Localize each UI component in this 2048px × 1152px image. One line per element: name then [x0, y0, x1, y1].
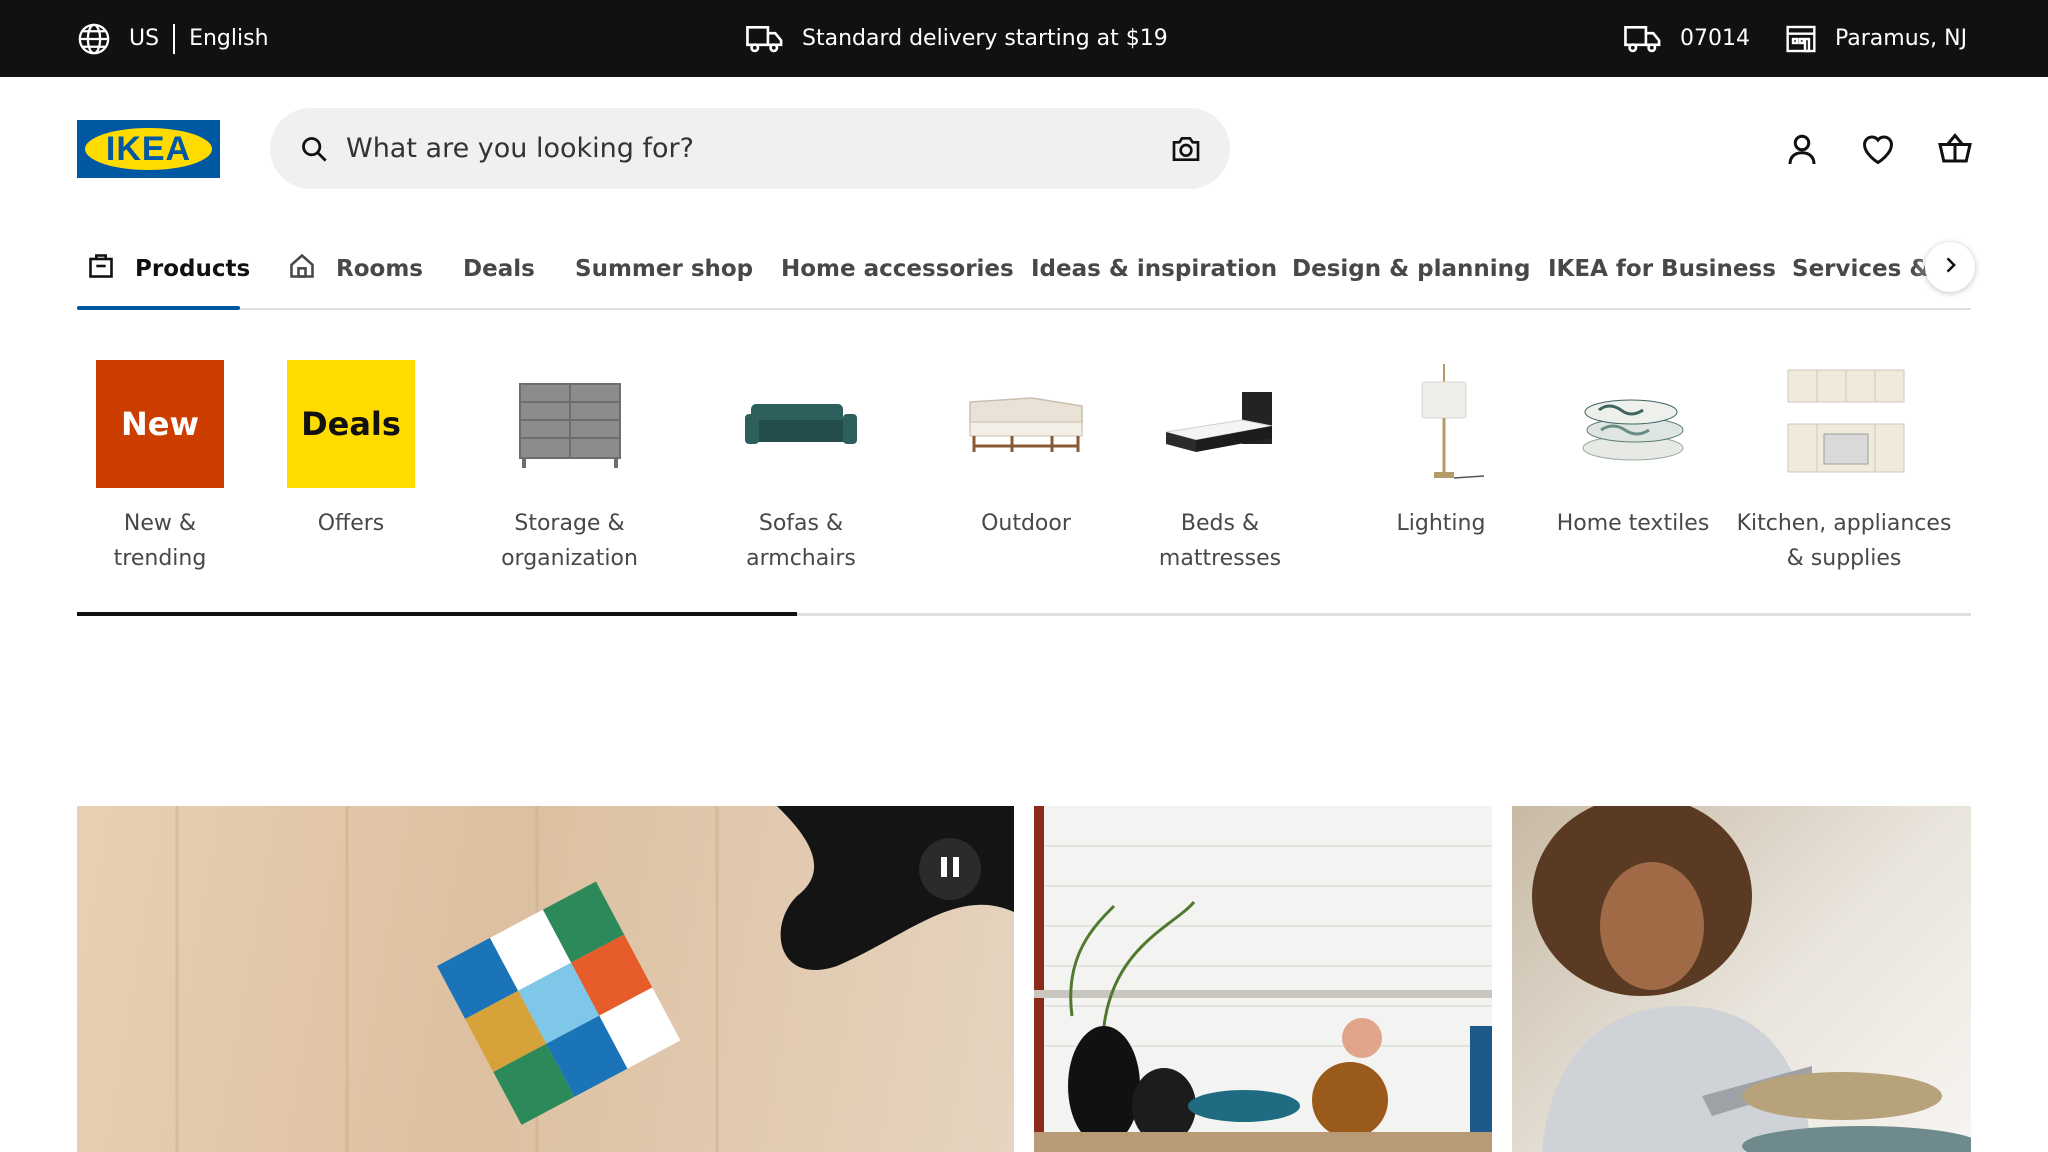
category-label-line: & supplies: [1786, 546, 1902, 571]
tab-design-planning[interactable]: Design & planning: [1292, 230, 1531, 308]
search-icon: [300, 135, 328, 167]
delivery-text[interactable]: Standard delivery starting at $19: [802, 26, 1168, 51]
hero-person-art: [1532, 806, 1971, 1152]
carousel-scroll-thumb[interactable]: [77, 612, 797, 616]
outdoor-sofa-image: [962, 360, 1090, 488]
category-label-line: Storage &: [514, 511, 625, 536]
category-lighting[interactable]: Lighting: [1384, 360, 1498, 541]
category-label: Home textiles: [1556, 511, 1710, 536]
basket-icon[interactable]: [1937, 131, 1973, 167]
ikea-logo[interactable]: IKEA: [77, 120, 220, 178]
category-label: Sofas & armchairs: [746, 511, 856, 571]
active-tab-indicator: [77, 306, 240, 310]
category-label: Kitchen, appliances & supplies: [1733, 506, 1955, 576]
category-carousel: New New & trending Deals Offers Storage …: [77, 360, 1971, 580]
category-home-textiles[interactable]: Home textiles: [1554, 360, 1712, 541]
country-label[interactable]: US: [129, 26, 159, 51]
nav-scroll-right-button[interactable]: [1925, 242, 1975, 292]
heart-icon[interactable]: [1860, 131, 1896, 167]
category-storage[interactable]: Storage & organization: [492, 360, 647, 576]
store-name[interactable]: Paramus, NJ: [1835, 26, 1967, 51]
category-label-line: organization: [501, 546, 638, 571]
hero-vases-art: [1034, 806, 1492, 1152]
category-offers[interactable]: Deals Offers: [287, 360, 415, 541]
store-selector[interactable]: Paramus, NJ: [1785, 0, 1967, 77]
deals-tile: Deals: [287, 360, 415, 488]
user-icon[interactable]: [1784, 131, 1820, 167]
search-input[interactable]: What are you looking for?: [346, 108, 694, 189]
textiles-image: [1569, 360, 1697, 488]
tab-ideas-inspiration[interactable]: Ideas & inspiration: [1031, 230, 1277, 308]
category-label-line: Kitchen, appliances: [1736, 511, 1952, 536]
language-label[interactable]: English: [189, 26, 268, 51]
tab-label: Products: [135, 256, 251, 282]
kitchen-image: [1780, 360, 1908, 488]
chevron-right-icon: [1940, 255, 1960, 279]
home-icon: [288, 252, 316, 286]
zip-code[interactable]: 07014: [1680, 26, 1750, 51]
camera-icon[interactable]: [1170, 133, 1202, 165]
pause-icon: [939, 855, 961, 883]
truck-icon: [746, 24, 784, 54]
bed-image: [1156, 360, 1284, 488]
shopping-bag-icon: [87, 252, 115, 286]
divider: [173, 23, 176, 54]
category-thumb: Deals: [287, 360, 415, 488]
delivery-banner[interactable]: Standard delivery starting at $19: [746, 0, 1168, 77]
store-icon: [1785, 24, 1817, 54]
category-label: New & trending: [113, 511, 207, 571]
hero-vases-image[interactable]: [1034, 806, 1492, 1152]
tab-home-accessories[interactable]: Home accessories: [781, 230, 1014, 308]
main-nav: Products Rooms Deals Summer shop Home ac…: [77, 230, 1975, 310]
zip-selector[interactable]: 07014: [1624, 0, 1750, 77]
hero-person-image[interactable]: [1512, 806, 1971, 1152]
globe-icon: [77, 22, 111, 56]
category-label: Lighting: [1396, 511, 1486, 536]
pause-button[interactable]: [919, 838, 981, 900]
dresser-image: [506, 360, 634, 488]
carousel-scrollbar[interactable]: [77, 612, 1971, 616]
category-beds[interactable]: Beds & mattresses: [1120, 360, 1320, 576]
category-label: Offers: [317, 511, 385, 536]
category-thumb: New: [96, 360, 224, 488]
hero-video-art: [175, 806, 1014, 1152]
tab-summer-shop[interactable]: Summer shop: [575, 230, 753, 308]
category-kitchen[interactable]: Kitchen, appliances & supplies: [1733, 360, 1955, 576]
top-info-bar: US English Standard delivery starting at…: [0, 0, 2048, 77]
sofa-image: [737, 360, 865, 488]
tab-products[interactable]: Products: [87, 230, 250, 308]
category-label: Storage & organization: [492, 506, 647, 576]
truck-icon: [1624, 24, 1662, 54]
logo-text: IKEA: [105, 129, 192, 168]
lamp-image: [1384, 360, 1512, 488]
tab-label: Rooms: [336, 256, 423, 282]
category-label: Outdoor: [981, 511, 1071, 536]
category-label: Beds & mattresses: [1158, 511, 1282, 571]
new-tile: New: [96, 360, 224, 488]
locale-selector[interactable]: US English: [77, 0, 269, 77]
hero-video[interactable]: [77, 806, 1014, 1152]
tab-ikea-for-business[interactable]: IKEA for Business: [1548, 230, 1776, 308]
category-new-trending[interactable]: New New & trending: [77, 360, 243, 576]
tab-rooms[interactable]: Rooms: [288, 230, 423, 308]
nav-rule: [77, 308, 1971, 310]
category-sofas[interactable]: Sofas & armchairs: [705, 360, 897, 576]
tab-deals[interactable]: Deals: [463, 230, 535, 308]
search-bar[interactable]: What are you looking for?: [270, 108, 1230, 189]
category-outdoor[interactable]: Outdoor: [962, 360, 1090, 541]
